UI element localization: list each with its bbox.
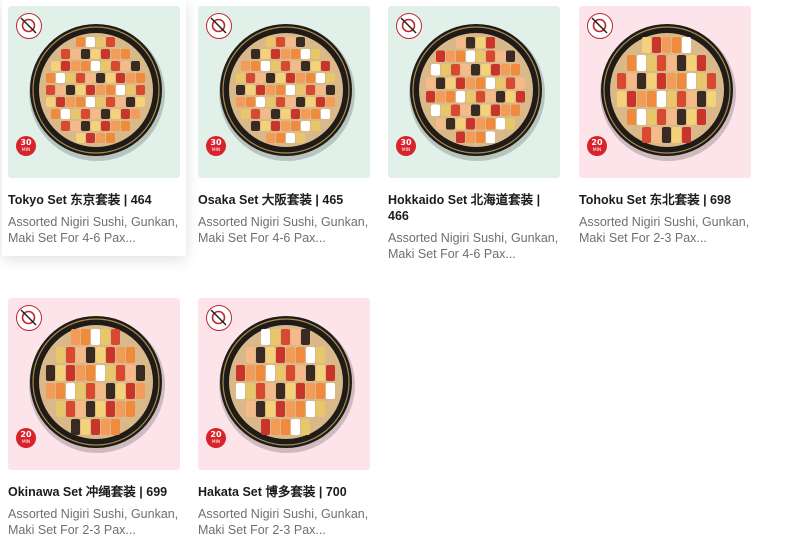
brand-logo bbox=[206, 13, 232, 39]
product-image[interactable]: 20 MIN bbox=[198, 298, 370, 470]
product-description: Assorted Nigiri Sushi, Gunkan, Maki Set … bbox=[8, 215, 179, 245]
prep-time-badge: 30 MIN bbox=[16, 136, 36, 156]
product-description: Assorted Nigiri Sushi, Gunkan, Maki Set … bbox=[198, 507, 369, 537]
prep-time-badge: 20 MIN bbox=[206, 428, 226, 448]
brand-logo bbox=[16, 305, 42, 331]
product-description: Assorted Nigiri Sushi, Gunkan, Maki Set … bbox=[198, 215, 369, 245]
prep-time-badge: 30 MIN bbox=[206, 136, 226, 156]
product-title[interactable]: Tohoku Set 东北套装 | 698 bbox=[579, 192, 751, 208]
product-image[interactable]: 30 MIN bbox=[198, 6, 370, 178]
product-image[interactable]: 20 MIN bbox=[8, 298, 180, 470]
brand-logo bbox=[396, 13, 422, 39]
product-card-osaka[interactable]: 30 MIN Osaka Set 大阪套装 | 465 Assorted Nigi… bbox=[192, 0, 376, 256]
brand-logo bbox=[16, 13, 42, 39]
product-title[interactable]: Hokkaido Set 北海道套装 | 466 bbox=[388, 192, 560, 224]
product-title[interactable]: Osaka Set 大阪套装 | 465 bbox=[198, 192, 370, 208]
product-card-hakata[interactable]: 20 MIN Hakata Set 博多套装 | 700 Assorted Nig… bbox=[192, 292, 376, 548]
product-card-tohoku[interactable]: 20 MIN Tohoku Set 东北套装 | 698 Assorted Nig… bbox=[573, 0, 757, 256]
product-title[interactable]: Tokyo Set 东京套装 | 464 bbox=[8, 192, 180, 208]
product-card-okinawa[interactable]: 20 MIN Okinawa Set 冲绳套装 | 699 Assorted Ni… bbox=[2, 292, 186, 548]
product-description: Assorted Nigiri Sushi, Gunkan, Maki Set … bbox=[8, 507, 179, 537]
product-title[interactable]: Okinawa Set 冲绳套装 | 699 bbox=[8, 484, 180, 500]
prep-time-badge: 30 MIN bbox=[396, 136, 416, 156]
product-image[interactable]: 20 MIN bbox=[579, 6, 751, 178]
product-card-tokyo[interactable]: 30 MIN Tokyo Set 东京套装 | 464 Assorted Nigi… bbox=[2, 0, 186, 256]
product-card-hokkaido[interactable]: 30 MIN Hokkaido Set 北海道套装 | 466 Assorted … bbox=[382, 0, 566, 272]
brand-logo bbox=[587, 13, 613, 39]
product-title[interactable]: Hakata Set 博多套装 | 700 bbox=[198, 484, 370, 500]
prep-time-badge: 20 MIN bbox=[16, 428, 36, 448]
product-description: Assorted Nigiri Sushi, Gunkan, Maki Set … bbox=[579, 215, 750, 245]
prep-time-badge: 20 MIN bbox=[587, 136, 607, 156]
product-image[interactable]: 30 MIN bbox=[8, 6, 180, 178]
product-image[interactable]: 30 MIN bbox=[388, 6, 560, 178]
product-description: Assorted Nigiri Sushi, Gunkan, Maki Set … bbox=[388, 231, 559, 261]
brand-logo bbox=[206, 305, 232, 331]
